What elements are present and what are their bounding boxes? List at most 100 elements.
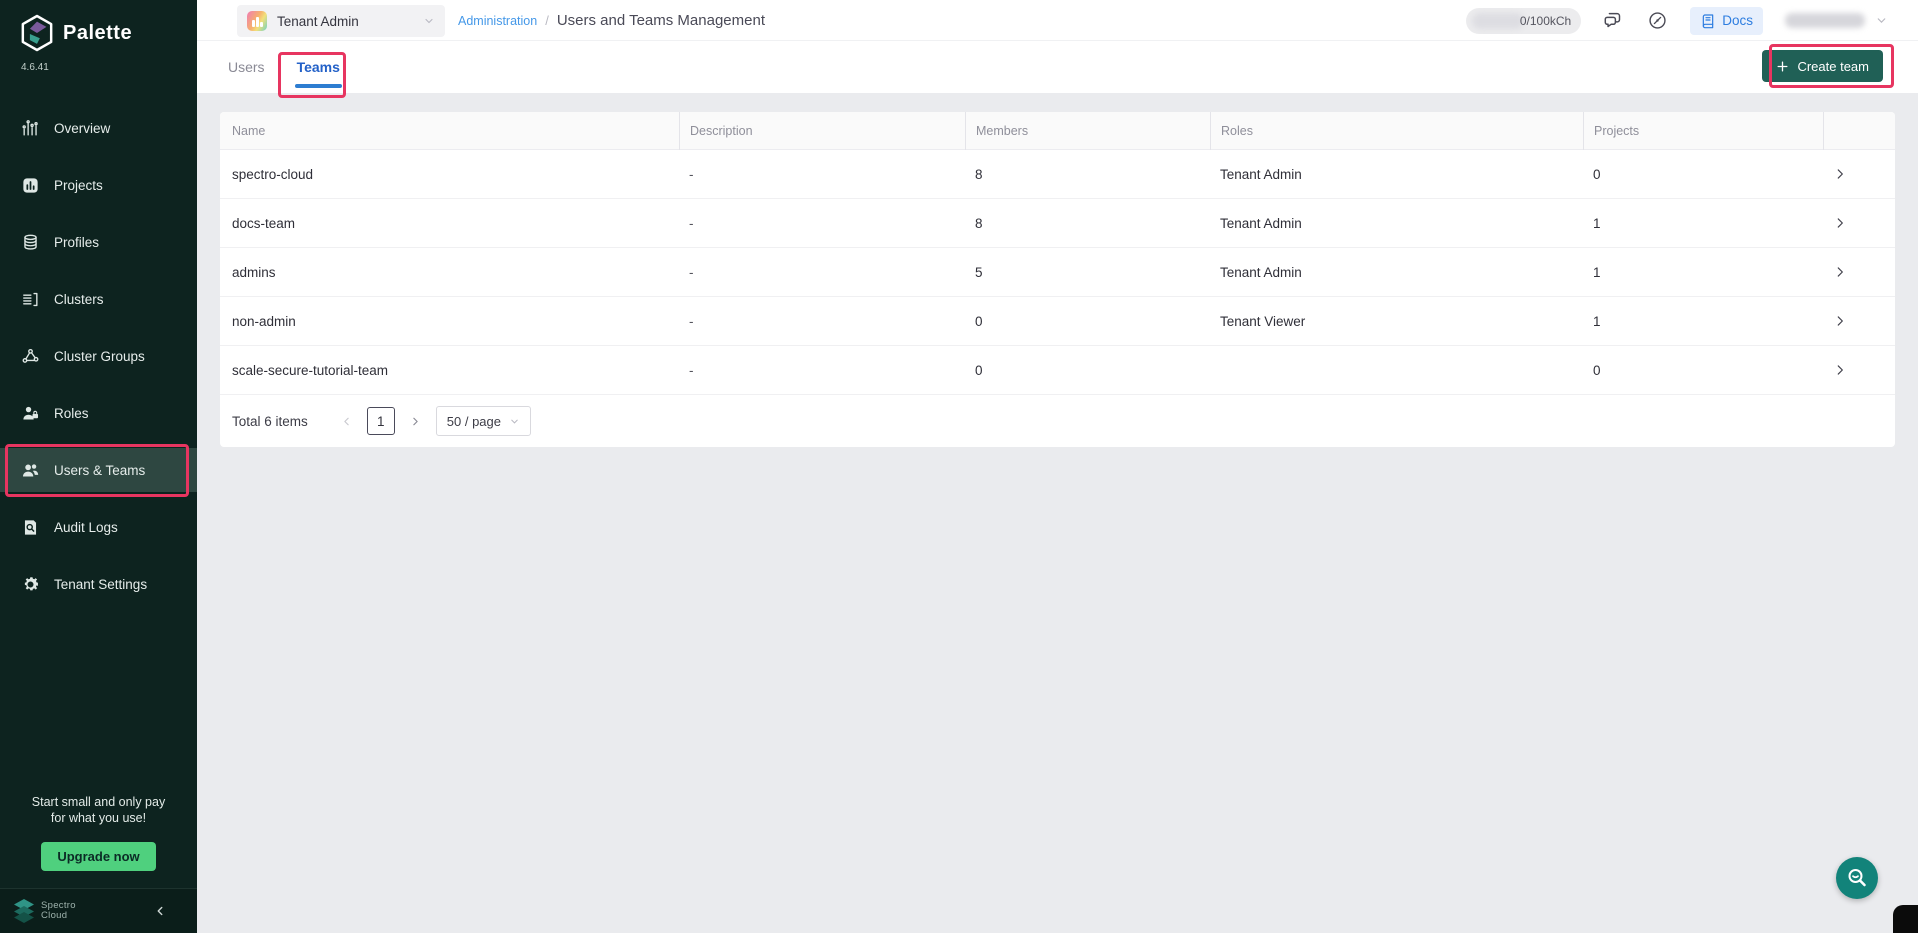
pagination-bar: Total 6 items 1 50 / page [220, 395, 1895, 447]
cell-name: scale-secure-tutorial-team [220, 363, 679, 378]
table-row-non-admin[interactable]: non-admin-0Tenant Viewer1 [220, 297, 1895, 346]
sidebar-collapse-icon[interactable] [153, 904, 167, 918]
row-expand-chevron-icon[interactable] [1823, 216, 1895, 230]
app-version: 4.6.41 [0, 52, 197, 73]
cell-name: admins [220, 265, 679, 280]
breadcrumb-separator: / [545, 13, 549, 28]
topbar: Tenant Admin Administration / Users and … [197, 0, 1918, 41]
cell-members: 8 [965, 167, 1210, 182]
book-icon [1700, 13, 1716, 29]
docs-button[interactable]: Docs [1690, 7, 1763, 35]
tab-teams[interactable]: Teams [295, 41, 342, 93]
table-row-docs-team[interactable]: docs-team-8Tenant Admin1 [220, 199, 1895, 248]
tab-users[interactable]: Users [226, 41, 267, 93]
sidebar-item-clusters[interactable]: Clusters [0, 277, 197, 321]
page-size-select[interactable]: 50 / page [436, 406, 531, 436]
sidebar-item-label: Profiles [54, 235, 99, 250]
sidebar-item-overview[interactable]: Overview [0, 106, 197, 150]
row-expand-chevron-icon[interactable] [1823, 167, 1895, 181]
tab-row: Users Teams Create team [197, 41, 1918, 93]
table-row-admins[interactable]: admins-5Tenant Admin1 [220, 248, 1895, 297]
pagination-prev-icon[interactable] [340, 415, 353, 428]
cell-name: docs-team [220, 216, 679, 231]
sidebar-item-label: Roles [54, 406, 89, 421]
sidebar-item-roles[interactable]: Roles [0, 391, 197, 435]
chevron-down-icon [509, 416, 520, 427]
row-expand-chevron-icon[interactable] [1823, 314, 1895, 328]
sidebar-item-label: Overview [54, 121, 110, 136]
app-root: Palette 4.6.41 Overview Projects Profiles C… [0, 0, 1918, 933]
sidebar-item-label: Tenant Settings [54, 577, 147, 592]
palette-logo-icon [20, 14, 54, 52]
row-expand-chevron-icon[interactable] [1823, 363, 1895, 377]
spectro-cloud-wordmark: Spectro Cloud [41, 901, 76, 922]
breadcrumb-link-administration[interactable]: Administration [458, 14, 537, 28]
column-header-name: Name [220, 112, 679, 150]
cell-projects: 0 [1583, 167, 1823, 182]
help-search-fab[interactable] [1836, 857, 1878, 899]
column-header-roles: Roles [1210, 112, 1583, 150]
cell-projects: 1 [1583, 314, 1823, 329]
create-team-label: Create team [1797, 59, 1869, 74]
tenant-settings-icon [20, 574, 40, 594]
table-header-row: NameDescriptionMembersRolesProjects [220, 112, 1895, 150]
table-row-spectro-cloud[interactable]: spectro-cloud-8Tenant Admin0 [220, 150, 1895, 199]
cell-roles: Tenant Viewer [1210, 314, 1583, 329]
chevron-down-icon [1875, 14, 1888, 27]
upgrade-promo: Start small and only pay for what you us… [0, 794, 197, 871]
chat-icon[interactable] [1603, 10, 1625, 32]
sidebar: Palette 4.6.41 Overview Projects Profiles C… [0, 0, 197, 933]
cell-description: - [679, 363, 965, 378]
sidebar-item-tenant-settings[interactable]: Tenant Settings [0, 562, 197, 606]
cell-projects: 1 [1583, 265, 1823, 280]
user-menu[interactable] [1785, 13, 1888, 28]
sidebar-item-label: Audit Logs [54, 520, 118, 535]
users-teams-icon [20, 460, 40, 480]
promo-line1: Start small and only pay [0, 794, 197, 810]
help-compass-icon[interactable] [1647, 10, 1668, 31]
docs-label: Docs [1722, 13, 1753, 28]
pagination-page-1[interactable]: 1 [367, 407, 395, 435]
cell-members: 5 [965, 265, 1210, 280]
tenant-admin-icon [247, 11, 267, 31]
cell-description: - [679, 216, 965, 231]
scope-selector-label: Tenant Admin [277, 14, 359, 29]
sidebar-item-profiles[interactable]: Profiles [0, 220, 197, 264]
sidebar-item-projects[interactable]: Projects [0, 163, 197, 207]
magnifier-smile-icon [1845, 866, 1869, 890]
cell-roles: Tenant Admin [1210, 265, 1583, 280]
cell-description: - [679, 167, 965, 182]
sidebar-item-users-teams[interactable]: Users & Teams [0, 448, 197, 492]
page-title: Users and Teams Management [557, 12, 765, 29]
cluster-groups-icon [20, 346, 40, 366]
row-expand-chevron-icon[interactable] [1823, 265, 1895, 279]
audit-logs-icon [20, 517, 40, 537]
pagination-total: Total 6 items [232, 414, 308, 429]
chevron-down-icon [423, 15, 435, 27]
scope-selector[interactable]: Tenant Admin [237, 5, 445, 37]
user-name-blurred [1785, 13, 1865, 28]
breadcrumb: Administration / Users and Teams Managem… [458, 0, 765, 41]
pagination-next-icon[interactable] [409, 415, 422, 428]
cell-name: non-admin [220, 314, 679, 329]
cell-members: 0 [965, 314, 1210, 329]
main-area: Tenant Admin Administration / Users and … [197, 0, 1918, 933]
sidebar-item-label: Projects [54, 178, 103, 193]
promo-line2: for what you use! [0, 810, 197, 826]
cell-projects: 1 [1583, 216, 1823, 231]
cell-name: spectro-cloud [220, 167, 679, 182]
screen-corner-overlay [1893, 905, 1918, 933]
clusters-icon [20, 289, 40, 309]
sidebar-item-audit-logs[interactable]: Audit Logs [0, 505, 197, 549]
topbar-actions: 0/100kCh [1466, 0, 1888, 41]
table-row-scale-secure-tutorial-team[interactable]: scale-secure-tutorial-team-00 [220, 346, 1895, 395]
palette-logo: Palette [0, 0, 197, 52]
create-team-button[interactable]: Create team [1762, 50, 1883, 82]
roles-icon [20, 403, 40, 423]
upgrade-now-button[interactable]: Upgrade now [41, 842, 155, 871]
sidebar-item-cluster-groups[interactable]: Cluster Groups [0, 334, 197, 378]
table-body: spectro-cloud-8Tenant Admin0docs-team-8T… [220, 150, 1895, 395]
column-header-actions [1823, 112, 1895, 150]
usage-counter: 0/100kCh [1466, 8, 1581, 34]
column-header-description: Description [679, 112, 965, 150]
